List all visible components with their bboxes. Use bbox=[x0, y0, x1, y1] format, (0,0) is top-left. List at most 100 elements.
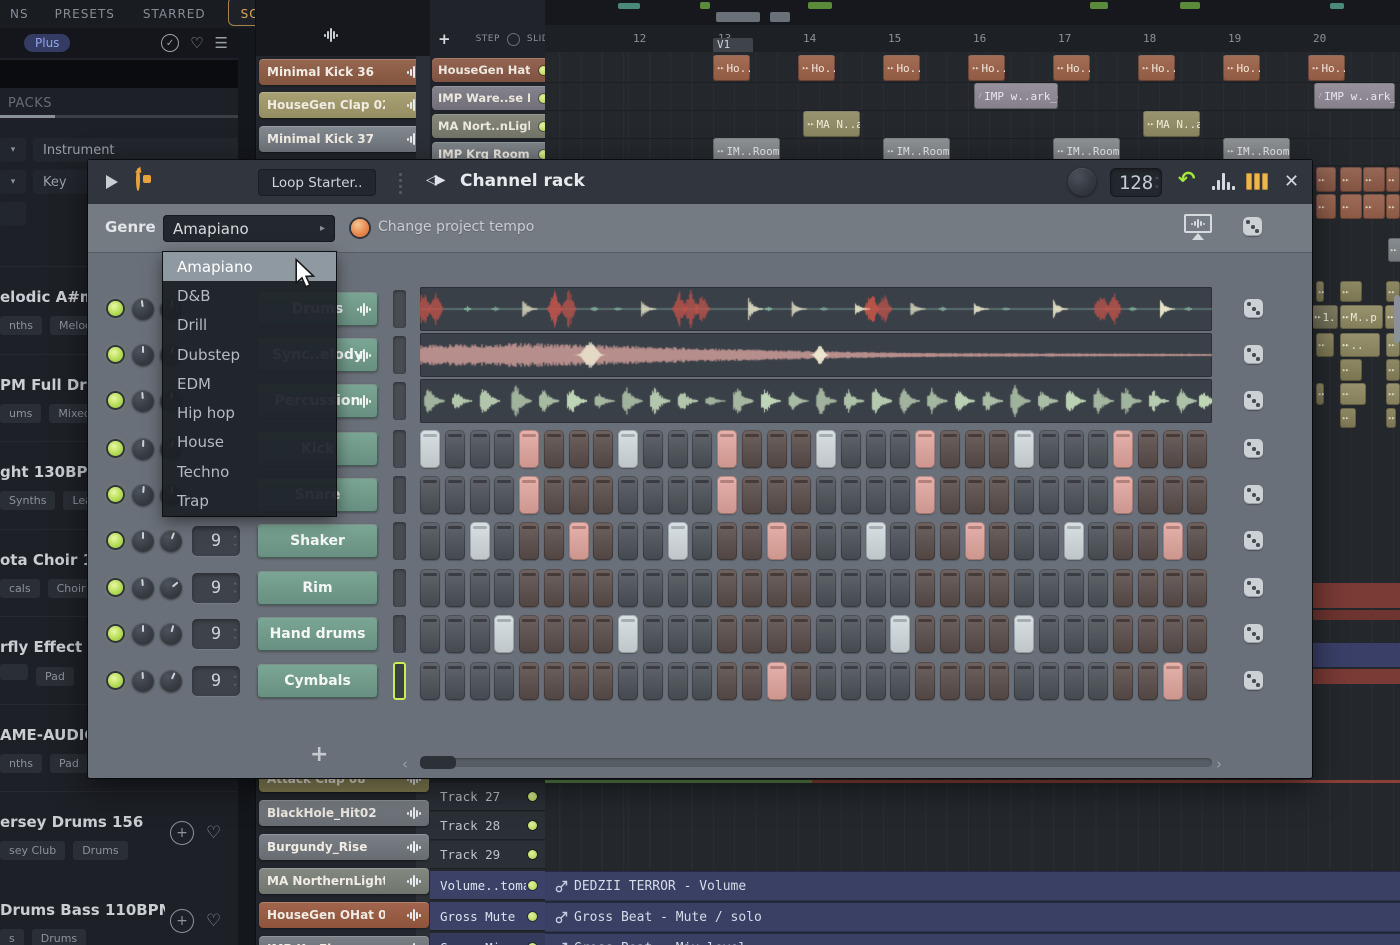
playlist-cell-clip[interactable]: ▸▸ bbox=[1340, 408, 1356, 428]
step-button[interactable] bbox=[1088, 476, 1108, 514]
channel-enable-led[interactable] bbox=[108, 441, 123, 456]
playlist-cell-clip[interactable]: ▸▸ bbox=[1340, 167, 1362, 192]
step-button[interactable] bbox=[593, 430, 613, 468]
step-button[interactable] bbox=[717, 430, 737, 468]
playlist-cell-clip[interactable]: ▸▸ bbox=[1316, 383, 1324, 405]
step-button[interactable] bbox=[445, 615, 465, 653]
step-button[interactable] bbox=[1064, 522, 1084, 560]
tag-pill[interactable]: Synths bbox=[0, 491, 55, 510]
step-button[interactable] bbox=[890, 615, 910, 653]
pan-knob[interactable] bbox=[132, 484, 154, 506]
randomize-dice-icon[interactable] bbox=[1244, 485, 1263, 504]
genre-option-dubstep[interactable]: Dubstep bbox=[163, 340, 336, 369]
drag-handle-dots-icon[interactable] bbox=[399, 173, 402, 194]
step-button[interactable] bbox=[1163, 522, 1183, 560]
step-button[interactable] bbox=[519, 662, 539, 700]
channel-name-button[interactable]: Shaker bbox=[257, 524, 378, 558]
step-button[interactable] bbox=[494, 569, 514, 607]
randomize-dice-icon[interactable] bbox=[1244, 624, 1263, 643]
randomize-dice-icon[interactable] bbox=[1244, 439, 1263, 458]
playlist-cell-clip[interactable]: ▸▸ bbox=[1386, 408, 1396, 428]
playlist-band-clip[interactable] bbox=[1312, 669, 1400, 684]
playlist-clip[interactable]: ⁄IMP w..ark_e bbox=[1314, 83, 1395, 109]
tag-pill[interactable]: Drums bbox=[73, 841, 127, 860]
playlist-cell-clip[interactable]: ▸▸ bbox=[1386, 383, 1400, 405]
playlist-track-name[interactable]: Track 29 bbox=[430, 841, 545, 869]
caret-icon[interactable]: ▾ bbox=[0, 170, 26, 194]
step-button[interactable] bbox=[618, 522, 638, 560]
step-button[interactable] bbox=[1064, 430, 1084, 468]
pan-knob[interactable] bbox=[132, 670, 154, 692]
step-button[interactable] bbox=[494, 430, 514, 468]
tempo-toggle-led[interactable] bbox=[351, 219, 369, 237]
step-button[interactable] bbox=[1113, 476, 1133, 514]
step-button[interactable] bbox=[519, 615, 539, 653]
step-button[interactable] bbox=[791, 662, 811, 700]
step-button[interactable] bbox=[445, 430, 465, 468]
step-button[interactable] bbox=[791, 430, 811, 468]
pan-knob[interactable] bbox=[132, 530, 154, 552]
step-button[interactable] bbox=[717, 662, 737, 700]
playlist-vertical-scrollbar[interactable] bbox=[1394, 295, 1400, 343]
tab-starred[interactable]: STARRED bbox=[137, 2, 212, 26]
step-button[interactable] bbox=[692, 476, 712, 514]
tag-pill[interactable]: cals bbox=[0, 579, 40, 598]
step-button[interactable] bbox=[593, 615, 613, 653]
filter-dropdown-instrument[interactable]: Instrument▾ bbox=[33, 138, 258, 162]
step-button[interactable] bbox=[1088, 615, 1108, 653]
step-button[interactable] bbox=[717, 522, 737, 560]
check-circle-icon[interactable]: ✓ bbox=[161, 34, 179, 52]
step-button[interactable] bbox=[1113, 662, 1133, 700]
step-button[interactable] bbox=[618, 615, 638, 653]
step-button[interactable] bbox=[1113, 522, 1133, 560]
step-button[interactable] bbox=[866, 522, 886, 560]
step-button[interactable] bbox=[1014, 430, 1034, 468]
channel-enable-led[interactable] bbox=[108, 533, 123, 548]
channel-value-box[interactable]: 9⌃⌄ bbox=[192, 526, 240, 556]
steps-horizontal-scrollbar[interactable] bbox=[420, 758, 1212, 767]
step-button[interactable] bbox=[544, 522, 564, 560]
step-button[interactable] bbox=[1088, 569, 1108, 607]
step-button[interactable] bbox=[643, 430, 663, 468]
step-button[interactable] bbox=[1014, 522, 1034, 560]
step-button[interactable] bbox=[470, 615, 490, 653]
track-led[interactable] bbox=[528, 821, 537, 830]
step-button[interactable] bbox=[866, 430, 886, 468]
genre-option-techno[interactable]: Techno bbox=[163, 457, 336, 486]
channel-enable-led[interactable] bbox=[108, 580, 123, 595]
send-to-playlist-icon[interactable] bbox=[1184, 214, 1210, 240]
step-button[interactable] bbox=[1064, 615, 1084, 653]
step-button[interactable] bbox=[816, 662, 836, 700]
playlist-timeline-ruler[interactable]: 121314151617181920 bbox=[545, 25, 1400, 52]
channel-select-slot[interactable] bbox=[393, 382, 406, 420]
step-button[interactable] bbox=[940, 522, 960, 560]
channel-enable-led[interactable] bbox=[108, 301, 123, 316]
sample-button[interactable]: BlackHole_Hit02 bbox=[259, 800, 429, 826]
heart-icon[interactable]: ♡ bbox=[190, 34, 203, 52]
step-button[interactable] bbox=[915, 615, 935, 653]
step-button[interactable] bbox=[767, 476, 787, 514]
volume-knob[interactable] bbox=[160, 670, 182, 692]
playlist-track-name[interactable]: Gross Mute bbox=[430, 902, 545, 931]
playlist-cell-clip[interactable]: ▸▸ bbox=[1388, 238, 1400, 262]
step-button[interactable] bbox=[915, 476, 935, 514]
channel-button[interactable]: HouseGen Hat 02 bbox=[432, 58, 554, 82]
step-button[interactable] bbox=[668, 569, 688, 607]
genre-dropdown[interactable]: Amapiano▸ bbox=[163, 215, 335, 242]
step-button[interactable] bbox=[544, 662, 564, 700]
step-button[interactable] bbox=[544, 615, 564, 653]
channel-button[interactable]: IMP Ware..se Hall bbox=[432, 86, 554, 110]
randomize-dice-icon[interactable] bbox=[1243, 217, 1262, 236]
step-button[interactable] bbox=[1039, 615, 1059, 653]
volume-knob[interactable] bbox=[160, 623, 182, 645]
tag-pill[interactable]: sey Club bbox=[0, 841, 65, 860]
loop-starter-icon[interactable] bbox=[136, 168, 140, 191]
playlist-cell-clip[interactable]: ▸▸ bbox=[1340, 359, 1362, 381]
step-button[interactable] bbox=[668, 476, 688, 514]
step-button[interactable] bbox=[1039, 522, 1059, 560]
tag-pill[interactable] bbox=[0, 664, 28, 680]
step-button[interactable] bbox=[890, 569, 910, 607]
close-icon[interactable]: ✕ bbox=[1284, 171, 1299, 192]
step-button[interactable] bbox=[569, 522, 589, 560]
playlist-clip[interactable]: ▸▸Ho.. bbox=[1053, 55, 1090, 81]
